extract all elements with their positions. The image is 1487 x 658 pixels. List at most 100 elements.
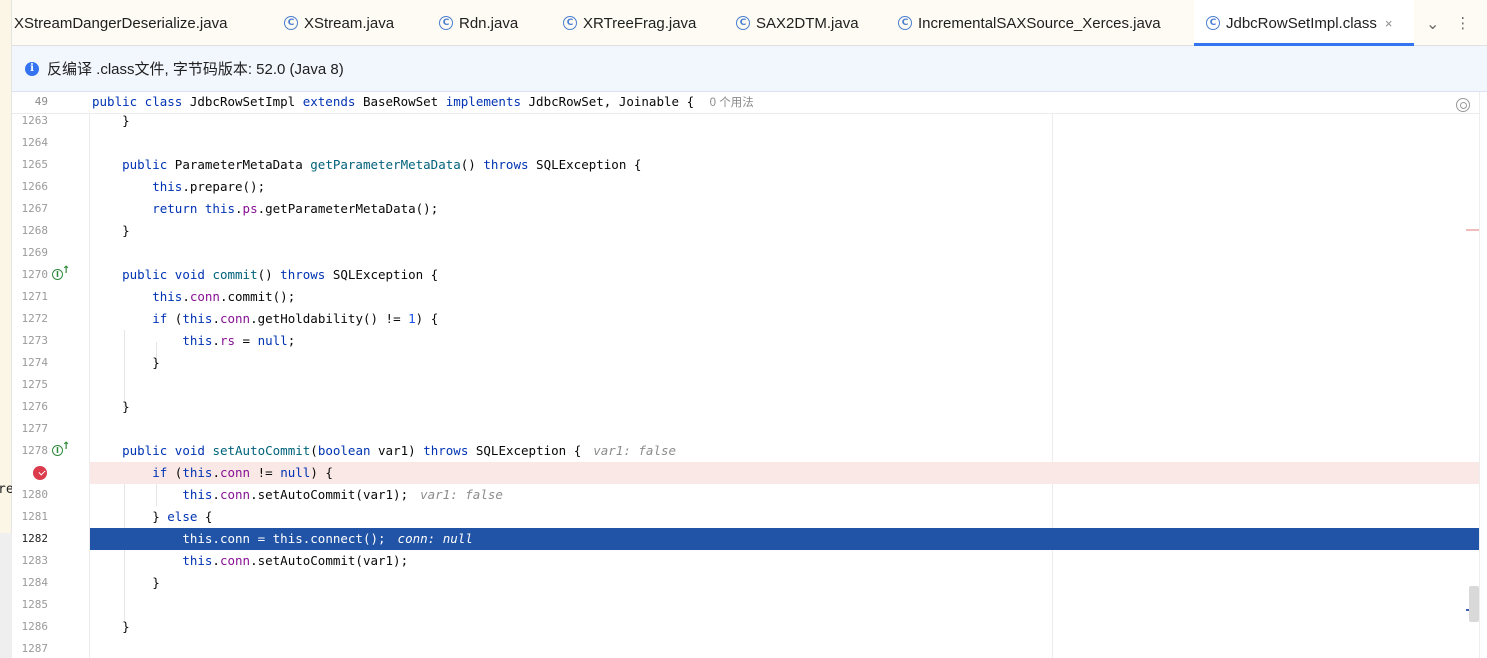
line-number: 1286	[21, 620, 49, 633]
code-editor[interactable]: 49 public class JdbcRowSetImpl extends B…	[12, 92, 1487, 658]
code-line[interactable]: 1268 }	[12, 220, 1479, 242]
line-number: 1268	[21, 224, 49, 237]
code-text: }	[92, 223, 130, 238]
code-text: this.rs = null;	[182, 333, 296, 348]
editor-tab-bar: XStreamDangerDeserialize.java C XStream.…	[12, 0, 1487, 46]
breakpoint-line[interactable]: if (this.conn != null) {	[12, 462, 1479, 484]
code-line[interactable]: 1281 } else {	[12, 506, 1479, 528]
line-number: 1283	[21, 554, 49, 567]
code-text: } else {	[92, 509, 213, 524]
line-number: 1272	[21, 312, 49, 325]
class-icon: C	[439, 16, 453, 30]
code-line[interactable]: 1264	[12, 132, 1479, 154]
code-line[interactable]: 1286 }	[12, 616, 1479, 638]
tab-sax2dtm[interactable]: C SAX2DTM.java	[736, 0, 886, 46]
code-text: }	[92, 619, 130, 634]
code-text: public void commit() throws SQLException…	[122, 267, 439, 282]
line-number: 49	[34, 95, 48, 108]
tab-label: JdbcRowSetImpl.class	[1226, 14, 1377, 32]
line-number: 1263	[21, 114, 49, 127]
tab-xstream[interactable]: C XStream.java	[284, 0, 424, 46]
implements-method-icon[interactable]: I ↑	[52, 441, 70, 459]
class-icon: C	[284, 16, 298, 30]
code-line[interactable]: 1266 this.prepare();	[12, 176, 1479, 198]
code-text: if (this.conn != null) {	[152, 465, 333, 480]
usage-hint: 0 个用法	[709, 97, 754, 109]
tab-rdn[interactable]: C Rdn.java	[439, 0, 549, 46]
line-number: 1264	[21, 136, 49, 149]
line-number: 1278	[21, 444, 49, 457]
code-line[interactable]: 1277	[12, 418, 1479, 440]
class-icon: C	[563, 16, 577, 30]
line-number: 1276	[21, 400, 49, 413]
code-text: }	[92, 575, 160, 590]
code-line[interactable]: 1285	[12, 594, 1479, 616]
tab-jdbcrowsetimpl[interactable]: C JdbcRowSetImpl.class ×	[1194, 0, 1414, 46]
info-icon: i	[25, 61, 39, 76]
inline-value-hint: var1: false	[593, 443, 677, 458]
code-line[interactable]: 1276 }	[12, 396, 1479, 418]
sticky-class-header[interactable]: 49 public class JdbcRowSetImpl extends B…	[12, 92, 1479, 114]
code-line[interactable]: 1267 return this.ps.getParameterMetaData…	[12, 198, 1479, 220]
code-line[interactable]: 1280 this.conn.setAutoCommit(var1); var1:…	[12, 484, 1479, 506]
line-number: 1287	[21, 642, 49, 655]
code-text: }	[92, 355, 160, 370]
line-number: 1277	[21, 422, 49, 435]
code-text: return this.ps.getParameterMetaData();	[152, 201, 439, 216]
code-line[interactable]: 1287	[12, 638, 1479, 658]
code-text: if (this.conn.getHoldability() != 1) {	[152, 311, 439, 326]
implements-method-icon[interactable]: I ↑	[52, 265, 70, 283]
tab-label: XRTreeFrag.java	[583, 14, 697, 32]
class-icon: C	[736, 16, 750, 30]
class-declaration: public class JdbcRowSetImpl extends Base…	[92, 94, 754, 109]
code-line[interactable]: 1271 this.conn.commit();	[12, 286, 1479, 308]
line-number: 1274	[21, 356, 49, 369]
line-number: 1284	[21, 576, 49, 589]
code-line[interactable]: 1284 }	[12, 572, 1479, 594]
line-number: 1273	[21, 334, 49, 347]
left-panel-edge: re	[0, 0, 14, 658]
gear-icon[interactable]	[1456, 98, 1470, 112]
current-execution-line[interactable]: 1282 this.conn = this.connect(); conn: nu…	[12, 528, 1479, 550]
code-text: this.prepare();	[152, 179, 266, 194]
code-line[interactable]: 1269	[12, 242, 1479, 264]
line-number: 1271	[21, 290, 49, 303]
code-line[interactable]: 1274 }	[12, 352, 1479, 374]
line-number: 1282	[21, 532, 49, 545]
code-line[interactable]: 1275	[12, 374, 1479, 396]
code-line[interactable]: 1283 this.conn.setAutoCommit(var1);	[12, 550, 1479, 572]
code-text: this.conn = this.connect(); conn: null	[182, 531, 473, 546]
code-line[interactable]: 1270 I ↑ public void commit() throws SQLE…	[12, 264, 1479, 286]
code-line[interactable]: 1272 if (this.conn.getHoldability() != 1…	[12, 308, 1479, 330]
line-number: 1275	[21, 378, 49, 391]
tab-tools: ⌄ ⋮	[1426, 0, 1470, 46]
code-line[interactable]: 1278 I ↑ public void setAutoCommit(boolea…	[12, 440, 1479, 462]
tab-label: SAX2DTM.java	[756, 14, 859, 32]
code-line[interactable]: 1273 this.rs = null;	[12, 330, 1479, 352]
chevron-down-icon[interactable]: ⌄	[1426, 14, 1439, 33]
decompiled-notice-bar: i 反编译 .class文件, 字节码版本: 52.0 (Java 8)	[12, 46, 1487, 92]
more-options-icon[interactable]: ⋮	[1455, 14, 1470, 32]
code-text: this.conn.commit();	[152, 289, 296, 304]
tab-label: IncrementalSAXSource_Xerces.java	[918, 14, 1161, 32]
code-text: public void setAutoCommit(boolean var1) …	[122, 443, 677, 458]
tab-label: XStreamDangerDeserialize.java	[14, 14, 228, 32]
tab-incrementalsaxsource-xerces[interactable]: C IncrementalSAXSource_Xerces.java	[898, 0, 1188, 46]
code-text: public ParameterMetaData getParameterMet…	[122, 157, 642, 172]
line-number: 1265	[21, 158, 49, 171]
tab-xstreamdangerdeserialize[interactable]: XStreamDangerDeserialize.java	[0, 0, 270, 46]
vertical-scrollbar-thumb[interactable]	[1469, 586, 1479, 622]
error-stripe-marker[interactable]	[1466, 229, 1479, 231]
line-number: 1285	[21, 598, 49, 611]
editor-right-edge	[1479, 92, 1487, 658]
tab-label: Rdn.java	[459, 14, 519, 32]
code-text: }	[92, 399, 130, 414]
tab-label: XStream.java	[304, 14, 395, 32]
code-line[interactable]: 1265 public ParameterMetaData getParamet…	[12, 154, 1479, 176]
code-text: this.conn.setAutoCommit(var1); var1: fals…	[182, 487, 503, 502]
tab-xrtreefrag[interactable]: C XRTreeFrag.java	[563, 0, 723, 46]
inline-value-hint: conn: null	[397, 531, 473, 546]
breakpoint-icon[interactable]	[33, 466, 47, 480]
close-icon[interactable]: ×	[1385, 16, 1393, 31]
code-text: }	[92, 113, 130, 128]
